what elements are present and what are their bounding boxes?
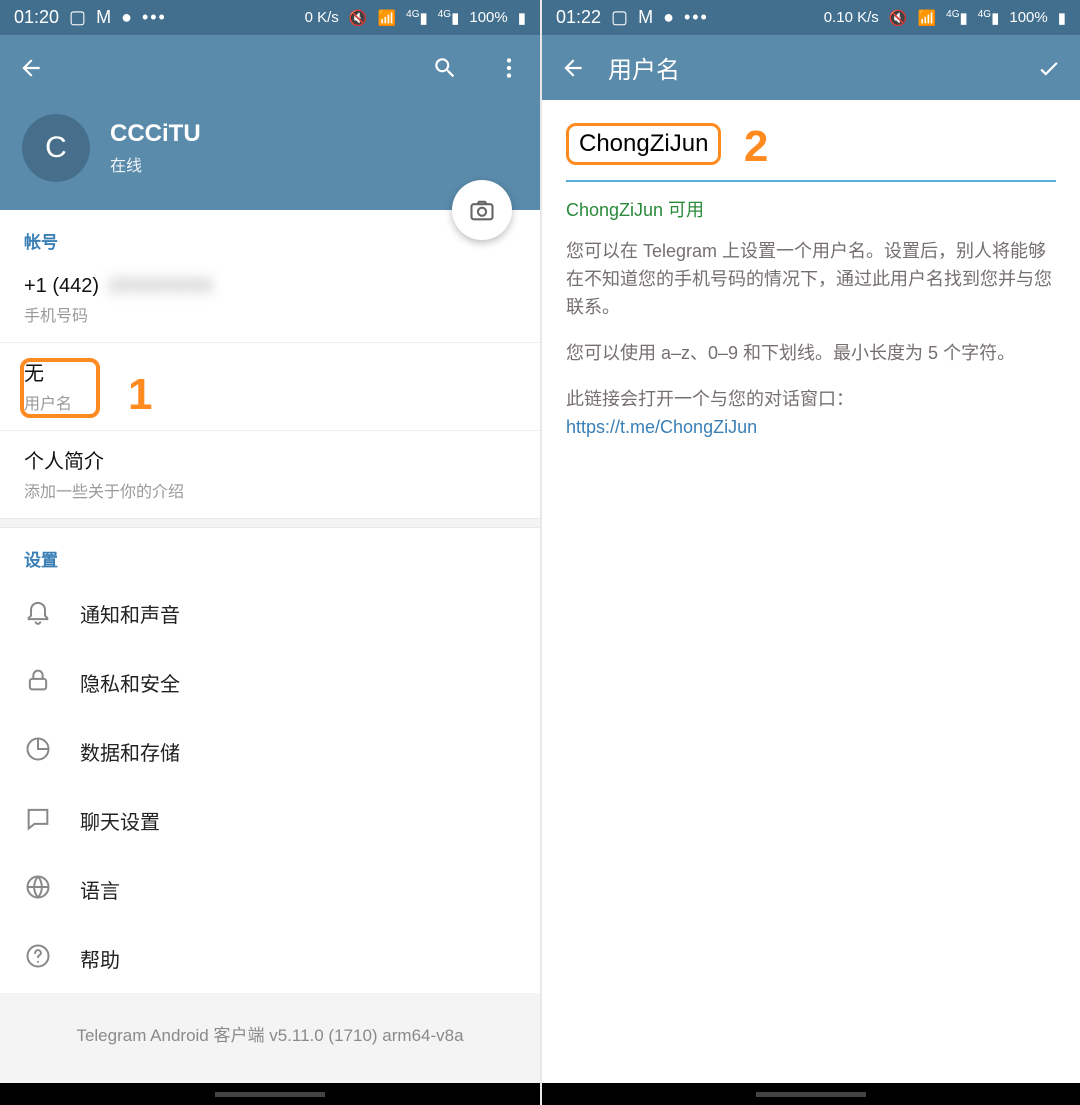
phone-row[interactable]: +1 (442) 2XXXXXXX 手机号码 bbox=[0, 261, 540, 343]
signal-4g-icon: 4G▮ bbox=[946, 9, 968, 27]
battery-icon: ▮ bbox=[1058, 9, 1066, 27]
settings-label: 通知和声音 bbox=[80, 599, 180, 628]
status-more-icon: ••• bbox=[684, 7, 709, 28]
phone-hidden: 2XXXXXXX bbox=[109, 275, 214, 298]
username-value: 无 bbox=[24, 357, 516, 386]
wifi-icon: 📶 bbox=[917, 9, 936, 27]
desc-2: 您可以使用 a–z、0–9 和下划线。最小长度为 5 个字符。 bbox=[566, 340, 1056, 368]
desc-1: 您可以在 Telegram 上设置一个用户名。设置后，别人将能够在不知道您的手机… bbox=[566, 238, 1056, 322]
bio-row[interactable]: 个人简介 添加一些关于你的介绍 bbox=[0, 431, 540, 518]
battery-icon: ▮ bbox=[518, 9, 526, 27]
status-image-icon: ▢ bbox=[611, 7, 628, 28]
appbar-title: 用户名 bbox=[608, 50, 1014, 85]
statusbar: 01:22 ▢ M ● ••• 0.10 K/s 🔇 📶 4G▮ 4G▮ 100… bbox=[542, 0, 1080, 35]
version-info: Telegram Android 客户端 v5.11.0 (1710) arm6… bbox=[0, 993, 540, 1083]
username-label: 用户名 bbox=[24, 390, 516, 414]
settings-privacy[interactable]: 隐私和安全 bbox=[0, 648, 540, 717]
settings-notifications[interactable]: 通知和声音 bbox=[0, 579, 540, 648]
signal-4g-icon: 4G▮ bbox=[406, 9, 428, 27]
section-gap bbox=[0, 518, 540, 528]
username-row[interactable]: 无 用户名 bbox=[0, 343, 540, 431]
status-mail-icon: M bbox=[638, 7, 653, 28]
settings-language[interactable]: 语言 bbox=[0, 855, 540, 924]
phone-prefix: +1 (442) bbox=[24, 275, 99, 297]
appbar: 用户名 bbox=[542, 35, 1080, 100]
avatar[interactable]: C bbox=[22, 114, 90, 182]
phone-right: 01:22 ▢ M ● ••• 0.10 K/s 🔇 📶 4G▮ 4G▮ 100… bbox=[540, 0, 1080, 1105]
bell-icon bbox=[24, 597, 52, 630]
mute-icon: 🔇 bbox=[349, 9, 368, 27]
status-battery: 100% bbox=[469, 9, 507, 26]
bio-value: 个人简介 bbox=[24, 445, 516, 474]
status-image-icon: ▢ bbox=[69, 7, 86, 28]
status-more-icon: ••• bbox=[142, 7, 167, 28]
wifi-icon: 📶 bbox=[377, 9, 396, 27]
more-icon[interactable] bbox=[496, 55, 522, 81]
status-battery: 100% bbox=[1009, 9, 1047, 26]
nav-bar bbox=[542, 1083, 1080, 1105]
profile-name: CCCiTU bbox=[110, 120, 201, 148]
username-input-value: ChongZiJun bbox=[579, 130, 708, 157]
camera-fab[interactable] bbox=[452, 180, 512, 240]
signal-4g-icon: 4G▮ bbox=[438, 9, 460, 27]
statusbar: 01:20 ▢ M ● ••• 0 K/s 🔇 📶 4G▮ 4G▮ 100% ▮ bbox=[0, 0, 540, 35]
input-underline bbox=[566, 180, 1056, 182]
status-chat-icon: ● bbox=[663, 7, 674, 28]
username-screen-body: ChongZiJun 2 ChongZiJun 可用 您可以在 Telegram… bbox=[542, 100, 1080, 1083]
status-netspeed: 0 K/s bbox=[305, 9, 339, 26]
annotation-2: 2 bbox=[744, 122, 768, 172]
phone-label: 手机号码 bbox=[24, 302, 516, 326]
pie-icon bbox=[24, 735, 52, 768]
settings-label: 帮助 bbox=[80, 944, 120, 973]
settings-label: 隐私和安全 bbox=[80, 668, 180, 697]
appbar bbox=[0, 35, 540, 100]
annotation-1: 1 bbox=[128, 370, 152, 420]
bio-label: 添加一些关于你的介绍 bbox=[24, 478, 516, 502]
back-icon[interactable] bbox=[560, 55, 586, 81]
settings-chat[interactable]: 聊天设置 bbox=[0, 786, 540, 855]
mute-icon: 🔇 bbox=[889, 9, 908, 27]
settings-label: 语言 bbox=[80, 875, 120, 904]
chat-icon bbox=[24, 804, 52, 837]
search-icon[interactable] bbox=[432, 55, 458, 81]
avatar-letter: C bbox=[45, 131, 67, 165]
username-link[interactable]: https://t.me/ChongZiJun bbox=[566, 417, 1056, 438]
status-chat-icon: ● bbox=[121, 7, 132, 28]
version-text: Telegram Android 客户端 v5.11.0 (1710) arm6… bbox=[76, 1026, 463, 1045]
lock-icon bbox=[24, 666, 52, 699]
settings-label: 聊天设置 bbox=[80, 806, 160, 835]
status-time: 01:22 bbox=[556, 7, 601, 28]
settings-help[interactable]: 帮助 bbox=[0, 924, 540, 993]
back-icon[interactable] bbox=[18, 55, 44, 81]
settings-data[interactable]: 数据和存储 bbox=[0, 717, 540, 786]
profile-header: C CCCiTU 在线 bbox=[0, 100, 540, 210]
account-section: 帐号 +1 (442) 2XXXXXXX 手机号码 无 用户名 个人简介 添加一… bbox=[0, 210, 540, 518]
profile-status: 在线 bbox=[110, 152, 201, 176]
settings-section: 设置 通知和声音 隐私和安全 数据和存储 聊天设置 语言 帮助 bbox=[0, 528, 540, 993]
settings-header: 设置 bbox=[0, 528, 540, 579]
status-netspeed: 0.10 K/s bbox=[824, 9, 879, 26]
help-icon bbox=[24, 942, 52, 975]
status-mail-icon: M bbox=[96, 7, 111, 28]
globe-icon bbox=[24, 873, 52, 906]
status-time: 01:20 bbox=[14, 7, 59, 28]
settings-label: 数据和存储 bbox=[80, 737, 180, 766]
signal-4g-icon: 4G▮ bbox=[978, 9, 1000, 27]
nav-bar bbox=[0, 1083, 540, 1105]
username-input[interactable]: ChongZiJun bbox=[566, 123, 721, 165]
desc-3: 此链接会打开一个与您的对话窗口： bbox=[566, 386, 1056, 414]
availability-text: ChongZiJun 可用 bbox=[566, 196, 1056, 222]
confirm-icon[interactable] bbox=[1036, 55, 1062, 81]
phone-left: 01:20 ▢ M ● ••• 0 K/s 🔇 📶 4G▮ 4G▮ 100% ▮ bbox=[0, 0, 540, 1105]
